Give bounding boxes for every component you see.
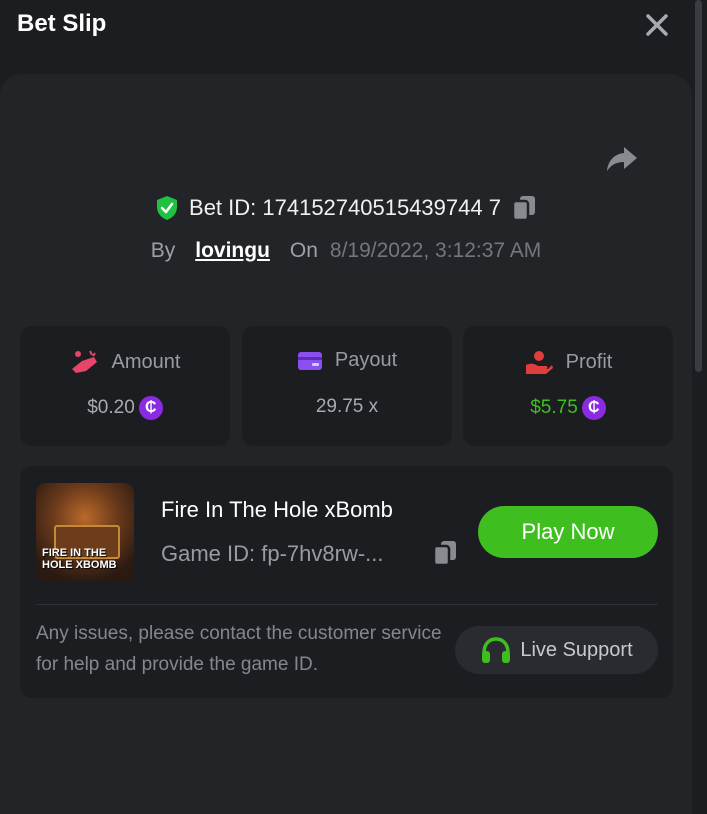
coin-icon: ₵ xyxy=(138,396,163,420)
amount-label: Amount xyxy=(111,350,181,373)
payout-card: Payout 29.75 x xyxy=(242,326,452,446)
live-support-label: Live Support xyxy=(520,638,633,661)
live-support-button[interactable]: Live Support xyxy=(455,626,658,674)
copy-game-id-button[interactable] xyxy=(432,539,460,569)
profit-value: $5.75 xyxy=(530,397,578,418)
profit-card: Profit $5.75 ₵ xyxy=(463,326,673,446)
help-text: Any issues, please contact the customer … xyxy=(36,623,442,675)
page-title: Bet Slip xyxy=(17,10,107,37)
scrollbar-thumb[interactable] xyxy=(695,0,702,372)
payout-label: Payout xyxy=(334,349,398,371)
copy-icon xyxy=(511,196,535,222)
on-label: On xyxy=(289,239,318,262)
copy-icon xyxy=(432,541,456,567)
coin-icon: ₵ xyxy=(581,396,606,420)
headset-icon xyxy=(482,637,511,663)
game-thumbnail[interactable]: FIRE IN THE HOLE XBOMB xyxy=(36,483,134,581)
payout-value: 29.75 x xyxy=(315,396,379,417)
thumbnail-logo-text: FIRE IN THE HOLE XBOMB xyxy=(42,547,117,571)
username-link[interactable]: lovingu xyxy=(195,239,270,263)
divider xyxy=(36,604,658,605)
play-now-button[interactable]: Play Now xyxy=(478,506,658,558)
header: Bet Slip xyxy=(0,0,692,60)
close-icon xyxy=(646,14,668,36)
scrollbar[interactable] xyxy=(692,0,707,802)
by-label: By xyxy=(150,239,176,262)
shield-check-icon xyxy=(157,196,178,220)
share-button[interactable] xyxy=(604,141,640,177)
profit-hand-icon xyxy=(525,351,553,374)
bet-id-row: Bet ID: 174152740515439744 7 xyxy=(0,190,692,226)
amount-value: $0.20 xyxy=(87,397,135,418)
game-card: FIRE IN THE HOLE XBOMB Fire In The Hole … xyxy=(20,466,673,698)
profit-label: Profit xyxy=(565,350,613,373)
game-name: Fire In The Hole xBomb xyxy=(161,497,393,522)
game-id: Game ID: fp-7hv8rw-... xyxy=(161,541,384,566)
close-button[interactable] xyxy=(641,9,673,41)
wallet-icon xyxy=(297,351,322,370)
copy-bet-id-button[interactable] xyxy=(511,194,537,222)
bet-id: Bet ID: 174152740515439744 7 xyxy=(189,195,501,220)
bet-author-row: By lovingu On 8/19/2022, 3:12:37 AM xyxy=(0,234,692,268)
amount-card: Amount $0.20 ₵ xyxy=(20,326,230,446)
share-icon xyxy=(607,147,637,171)
bet-date: 8/19/2022, 3:12:37 AM xyxy=(329,239,542,262)
coins-hand-icon xyxy=(71,350,97,373)
